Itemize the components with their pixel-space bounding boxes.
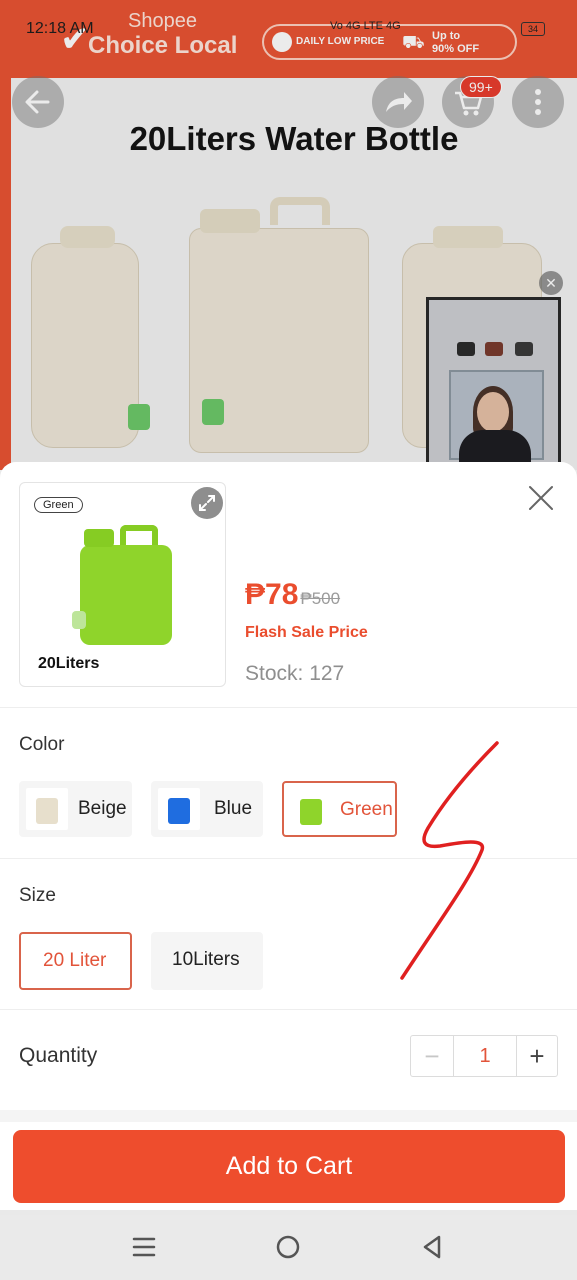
color-option-label: Beige <box>78 798 127 819</box>
home-button[interactable] <box>268 1227 308 1267</box>
home-circle-icon <box>276 1235 300 1259</box>
color-option-green[interactable]: Green <box>282 781 397 837</box>
variation-sheet: Green 20Liters ₱78 ₱500 Flash Sale Price … <box>0 462 577 1210</box>
green-jug-image <box>72 525 172 645</box>
divider <box>0 858 577 859</box>
product-hero: ✔ Shopee Choice Local 12:18 AM DAILY LOW… <box>0 0 577 470</box>
beige-swatch <box>26 788 68 830</box>
expand-button[interactable] <box>191 487 223 519</box>
color-option-blue[interactable]: Blue <box>151 781 263 837</box>
original-price: ₱500 <box>300 589 341 608</box>
recents-button[interactable] <box>124 1227 164 1267</box>
add-to-cart-button[interactable]: Add to Cart <box>13 1130 565 1203</box>
thumbnail-label: 20Liters <box>38 655 100 672</box>
quantity-label: Quantity <box>19 1044 98 1067</box>
size-option-label: 10Liters <box>172 949 240 970</box>
quantity-stepper: − 1 + <box>410 1035 558 1077</box>
size-option-10liters[interactable]: 10Liters <box>151 932 263 990</box>
blue-swatch <box>158 788 200 830</box>
close-icon <box>529 486 553 510</box>
green-swatch <box>290 789 332 831</box>
stock-count: Stock: 127 <box>245 662 345 685</box>
back-nav-button[interactable] <box>412 1227 452 1267</box>
color-option-label: Green <box>340 799 393 820</box>
divider <box>0 1009 577 1010</box>
color-option-beige[interactable]: Beige <box>19 781 132 837</box>
overlay-scrim[interactable] <box>0 0 577 470</box>
divider-band <box>0 1110 577 1122</box>
close-button[interactable] <box>525 482 557 514</box>
quantity-increase-button[interactable]: + <box>516 1036 558 1076</box>
color-label: Color <box>19 734 65 755</box>
expand-icon <box>199 495 215 511</box>
system-nav-bar <box>0 1215 577 1280</box>
current-price: ₱78 <box>245 578 299 611</box>
thumbnail-tag: Green <box>34 497 83 513</box>
price: ₱78 ₱500 <box>245 578 340 612</box>
quantity-decrease-button[interactable]: − <box>411 1036 453 1076</box>
menu-icon <box>132 1237 156 1257</box>
color-option-label: Blue <box>214 798 253 819</box>
size-label: Size <box>19 885 56 906</box>
back-triangle-icon <box>423 1235 441 1259</box>
size-option-20-liter[interactable]: 20 Liter <box>19 932 132 990</box>
quantity-input[interactable]: 1 <box>453 1036 517 1076</box>
selected-variation-thumbnail[interactable]: Green 20Liters <box>19 482 226 687</box>
divider <box>0 707 577 708</box>
size-option-label: 20 Liter <box>43 950 107 971</box>
flash-sale-label: Flash Sale Price <box>245 624 368 641</box>
